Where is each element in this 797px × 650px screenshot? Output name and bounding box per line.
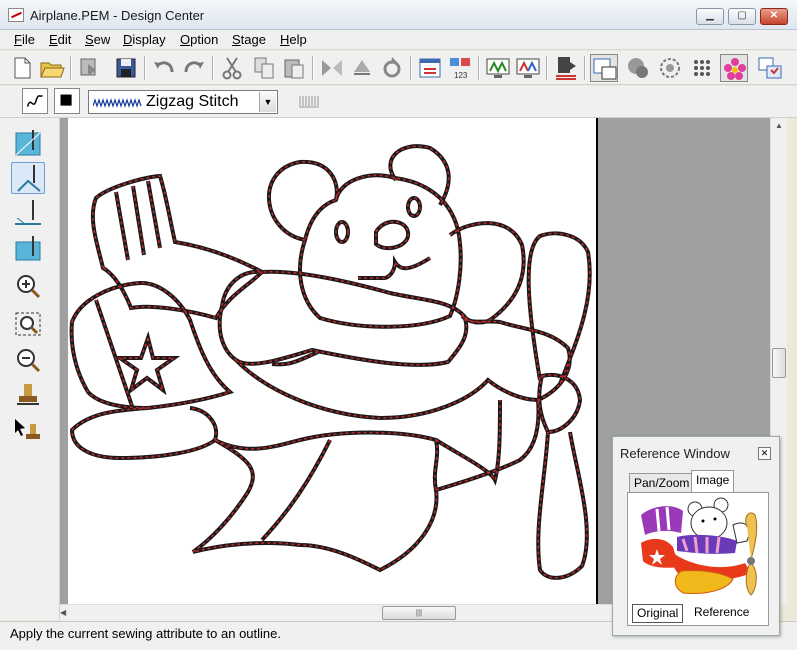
menu-file[interactable]: File — [14, 32, 35, 47]
select-stamp-tool-icon[interactable] — [11, 416, 45, 448]
stitch-order-icon[interactable]: 123 — [446, 54, 474, 82]
maximize-button[interactable]: ▢ — [728, 8, 756, 25]
menu-option[interactable]: Option — [180, 32, 218, 47]
stitch-type-label: Zigzag Stitch — [146, 93, 239, 110]
line-color-icon[interactable] — [54, 88, 80, 114]
svg-text:123: 123 — [454, 71, 468, 80]
main-toolbar: 123 — [0, 51, 797, 85]
scroll-up-icon[interactable]: ▲ — [775, 121, 783, 130]
airplane-bear-outline — [69, 144, 592, 580]
paste-icon[interactable] — [280, 54, 308, 82]
preview-icon[interactable] — [484, 54, 512, 82]
undo-icon[interactable] — [150, 54, 178, 82]
realistic-preview-icon[interactable] — [514, 54, 542, 82]
airplane-bear-thumbnail — [641, 497, 758, 596]
title-bar: Airplane.PEM - Design Center ▁ ▢ ✕ — [0, 0, 797, 30]
minimize-button[interactable]: ▁ — [696, 8, 724, 25]
stitch-settings-icon[interactable] — [296, 88, 322, 114]
app-icon — [8, 8, 24, 22]
zoom-out-icon[interactable] — [11, 344, 45, 376]
zoom-in-icon[interactable] — [11, 270, 45, 302]
menu-help[interactable]: Help — [280, 32, 307, 47]
window-title: Airplane.PEM - Design Center — [30, 8, 205, 23]
select-tool-icon[interactable] — [11, 128, 45, 160]
outline-mode-icon[interactable] — [624, 54, 652, 82]
flip-icon[interactable] — [318, 54, 346, 82]
reference-window-title: Reference Window — [620, 446, 730, 461]
import-icon[interactable] — [76, 54, 104, 82]
stitch-mode-icon[interactable] — [656, 54, 684, 82]
stitch-type-select[interactable]: Zigzag Stitch ▼ — [88, 90, 278, 114]
reference-window: Reference Window ✕ Pan/Zoom Image Origin… — [612, 436, 780, 636]
flower-mode-icon[interactable] — [720, 54, 748, 82]
zoom-fit-icon[interactable] — [11, 308, 45, 340]
line-sew-icon[interactable] — [22, 88, 48, 114]
sew-line-tool-icon[interactable] — [11, 198, 45, 230]
stamp-tool-icon[interactable] — [11, 380, 45, 412]
zigzag-stitch-icon — [93, 98, 142, 108]
status-text: Apply the current sewing attribute to an… — [10, 626, 281, 641]
horizontal-scroll-thumb[interactable]: ||| — [382, 606, 456, 620]
reference-image-panel: Original Reference — [627, 492, 769, 626]
sewing-attribute-bar: Zigzag Stitch ▼ — [0, 86, 797, 118]
chevron-down-icon[interactable]: ▼ — [259, 92, 276, 112]
menu-edit[interactable]: Edit — [49, 32, 71, 47]
menu-stage[interactable]: Stage — [232, 32, 266, 47]
open-folder-icon[interactable] — [38, 54, 66, 82]
vertical-scroll-thumb[interactable] — [772, 348, 786, 378]
design-page[interactable] — [68, 118, 598, 604]
tab-pan-zoom[interactable]: Pan/Zoom — [629, 473, 695, 493]
reference-window-icon[interactable] — [590, 54, 618, 82]
write-to-card-icon[interactable] — [552, 54, 580, 82]
menu-sew[interactable]: Sew — [85, 32, 110, 47]
mirror-icon[interactable] — [348, 54, 376, 82]
menu-display[interactable]: Display — [123, 32, 166, 47]
rotate-icon[interactable] — [378, 54, 406, 82]
menu-bar: File Edit Sew Display Option Stage Help — [0, 30, 797, 50]
reference-button[interactable]: Reference — [690, 604, 753, 623]
close-icon[interactable]: ✕ — [758, 447, 771, 460]
design-properties-icon[interactable] — [756, 54, 784, 82]
new-file-icon[interactable] — [8, 54, 36, 82]
scroll-left-icon[interactable]: ◀ — [60, 608, 66, 617]
tab-image[interactable]: Image — [691, 470, 735, 493]
tool-palette — [0, 118, 60, 620]
close-button[interactable]: ✕ — [760, 8, 788, 25]
save-icon[interactable] — [112, 54, 140, 82]
cut-icon[interactable] — [218, 54, 246, 82]
original-button[interactable]: Original — [632, 604, 684, 623]
copy-icon[interactable] — [250, 54, 278, 82]
redo-icon[interactable] — [180, 54, 208, 82]
dots-mode-icon[interactable] — [688, 54, 716, 82]
sew-outline-tool-icon[interactable] — [11, 162, 45, 194]
design-page-icon[interactable] — [416, 54, 444, 82]
sew-region-tool-icon[interactable] — [11, 234, 45, 266]
